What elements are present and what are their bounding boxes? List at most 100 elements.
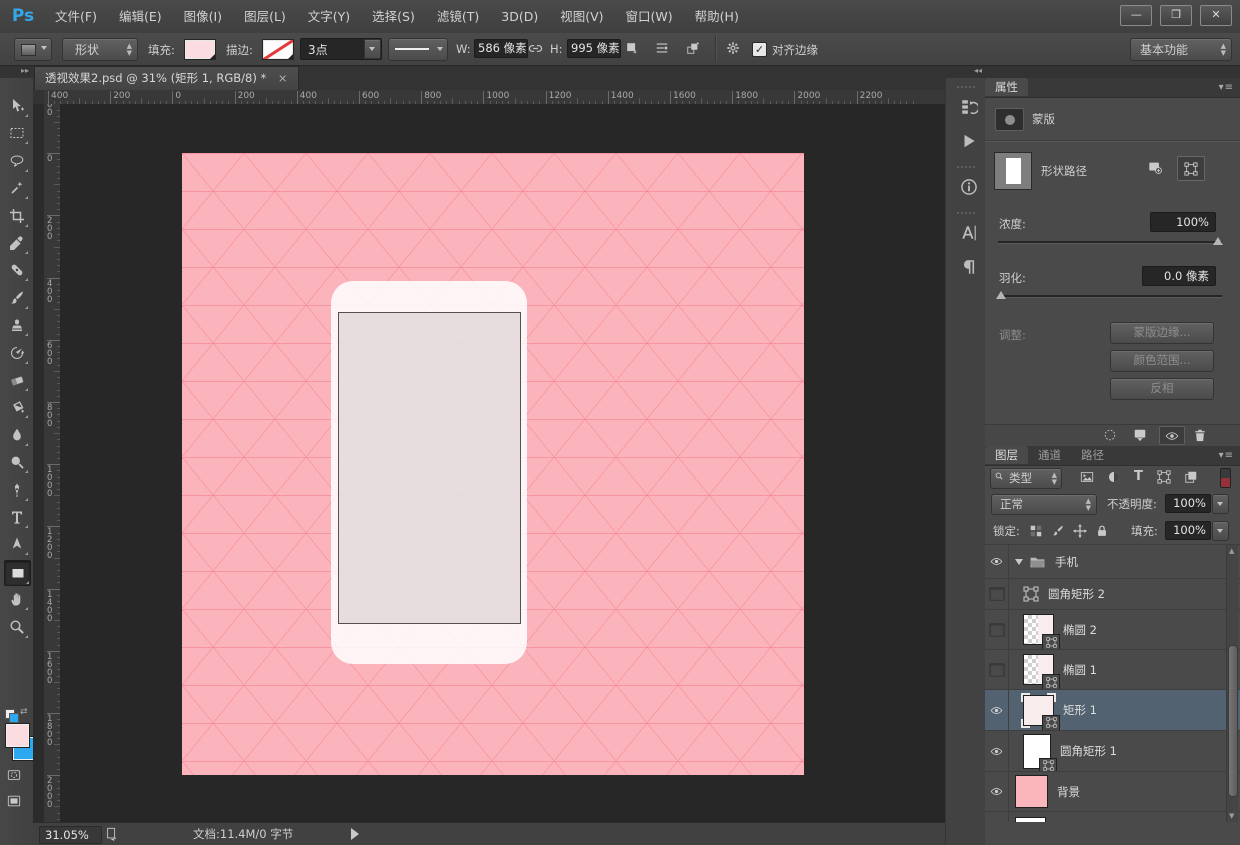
path-operations-icon[interactable] [625,41,639,55]
clone-stamp-tool[interactable] [4,313,29,337]
stroke-width-select[interactable]: 3点 [300,38,382,60]
load-selection-icon[interactable] [1103,428,1117,442]
menu-item[interactable]: 文字(Y) [297,0,361,33]
menu-item[interactable]: 视图(V) [549,0,614,33]
layer-thumbnail[interactable] [1023,614,1054,645]
feather-value-field[interactable]: 0.0 像素 [1142,266,1216,286]
info-panel-button[interactable] [953,172,986,202]
lock-transparent-icon[interactable] [1029,524,1043,538]
layer-thumbnail[interactable] [1015,775,1048,808]
visibility-toggle[interactable] [985,545,1009,578]
menu-item[interactable]: 窗口(W) [615,0,684,33]
visibility-toggle[interactable] [985,772,1009,811]
filter-type-select[interactable]: 类型 ▲▼ [990,468,1062,489]
blur-tool[interactable] [4,423,29,447]
eyedropper-tool[interactable] [4,231,29,255]
layer-row-圆角矩形 2[interactable]: 圆角矩形 2 [985,579,1240,610]
layer-row-椭圆 1[interactable]: 椭圆 1 [985,650,1240,690]
layer-row-椭圆 2[interactable]: 椭圆 2 [985,610,1240,650]
panel-menu-icon[interactable]: ▾≡ [1219,450,1234,461]
visibility-toggle[interactable] [985,650,1009,689]
minimize-button[interactable]: — [1120,5,1152,26]
density-value-field[interactable]: 100% [1150,212,1216,232]
fill-value-field[interactable]: 100% [1165,521,1211,540]
type-tool[interactable] [4,505,29,529]
path-alignment-icon[interactable] [655,41,669,55]
path-arrange-icon[interactable] [686,41,700,55]
layer-row[interactable] [985,812,1240,822]
layer-name[interactable]: 矩形 1 [1063,702,1097,718]
menu-item[interactable]: 图像(I) [173,0,233,33]
layer-name[interactable]: 背景 [1057,784,1080,800]
scroll-up-icon[interactable]: ▲ [1229,547,1234,555]
lock-move-icon[interactable] [1073,524,1087,538]
pen-tool[interactable] [4,478,29,502]
panel-grip[interactable] [957,166,975,168]
paragraph-panel-button[interactable] [953,252,986,282]
brush-tool[interactable] [4,286,29,310]
scrollbar-thumb[interactable] [1228,645,1238,797]
opacity-value-field[interactable]: 100% [1165,494,1211,513]
actions-panel-button[interactable] [953,126,986,156]
menu-item[interactable]: 选择(S) [361,0,426,33]
canvas-viewport[interactable] [60,104,945,822]
align-edges-checkbox[interactable]: ✓ [752,42,767,57]
geometry-options-gear-icon[interactable] [726,41,740,55]
quick-selection-tool[interactable] [4,176,29,200]
document-tab[interactable]: 透视效果2.psd @ 31% (矩形 1, RGB/8) * × [34,66,299,90]
layer-row-手机[interactable]: 手机 [985,545,1240,579]
zoom-level-field[interactable]: 31.05% [39,826,102,844]
lasso-tool[interactable] [4,149,29,173]
expand-dock-button[interactable]: ◂◂ [946,66,986,78]
paint-bucket-tool[interactable] [4,395,29,419]
tab-layers[interactable]: 图层 [985,446,1028,464]
maximize-button[interactable]: ❒ [1160,5,1192,26]
filter-toggle[interactable] [1220,468,1231,488]
menu-item[interactable]: 3D(D) [490,0,549,33]
rectangle-tool[interactable] [4,560,31,586]
menu-item[interactable]: 文件(F) [44,0,108,33]
spot-healing-tool[interactable] [4,258,29,282]
visibility-toggle[interactable] [985,731,1009,771]
type-layer-filter-icon[interactable]: T [1134,469,1143,484]
ruler-corner[interactable] [33,90,44,104]
link-dimensions-icon[interactable] [528,41,543,56]
layer-row-背景[interactable]: 背景 [985,772,1240,812]
history-brush-tool[interactable] [4,341,29,365]
color-range-button[interactable]: 颜色范围... [1110,350,1214,372]
layer-thumbnail-selected[interactable] [1023,695,1054,726]
vertical-ruler[interactable]: 2000200400600800100012001400160018002000 [44,104,61,822]
close-button[interactable]: ✕ [1200,5,1232,26]
width-input[interactable]: 586 像素 [474,39,528,58]
quick-mask-mode-icon[interactable] [7,768,21,782]
feather-slider-knob[interactable] [996,291,1006,299]
scroll-down-icon[interactable]: ▼ [1229,812,1234,820]
eraser-tool[interactable] [4,368,29,392]
path-selection-tool[interactable] [4,532,29,556]
stroke-width-dropdown[interactable] [364,39,381,59]
density-slider-knob[interactable] [1213,237,1223,245]
swap-colors-icon[interactable]: ⇄ [20,707,28,717]
group-expander-icon[interactable] [1015,559,1023,565]
vector-mask-button[interactable] [1177,156,1205,181]
menu-item[interactable]: 帮助(H) [684,0,750,33]
zoom-tool[interactable] [4,615,29,639]
layers-scrollbar[interactable]: ▲ ▼ [1226,545,1238,822]
opacity-dropdown[interactable] [1212,494,1229,514]
panel-grip[interactable] [957,86,975,88]
layer-name[interactable]: 圆角矩形 2 [1048,586,1105,602]
visibility-toggle[interactable] [985,579,1009,609]
menu-item[interactable]: 编辑(E) [108,0,173,33]
dodge-tool[interactable] [4,450,29,474]
stroke-style-select[interactable] [388,38,448,61]
menu-item[interactable]: 图层(L) [233,0,297,33]
layer-thumbnail[interactable] [1023,654,1054,685]
lock-all-icon[interactable] [1095,524,1109,538]
visibility-toggle[interactable] [985,812,1009,822]
smart-object-filter-icon[interactable] [1184,470,1198,484]
tab-paths[interactable]: 路径 [1071,446,1114,464]
crop-tool[interactable] [4,204,29,228]
screen-mode-icon[interactable] [7,794,21,808]
mask-edge-button[interactable]: 蒙版边缘... [1110,322,1214,344]
shape-path-thumbnail[interactable] [994,152,1032,190]
